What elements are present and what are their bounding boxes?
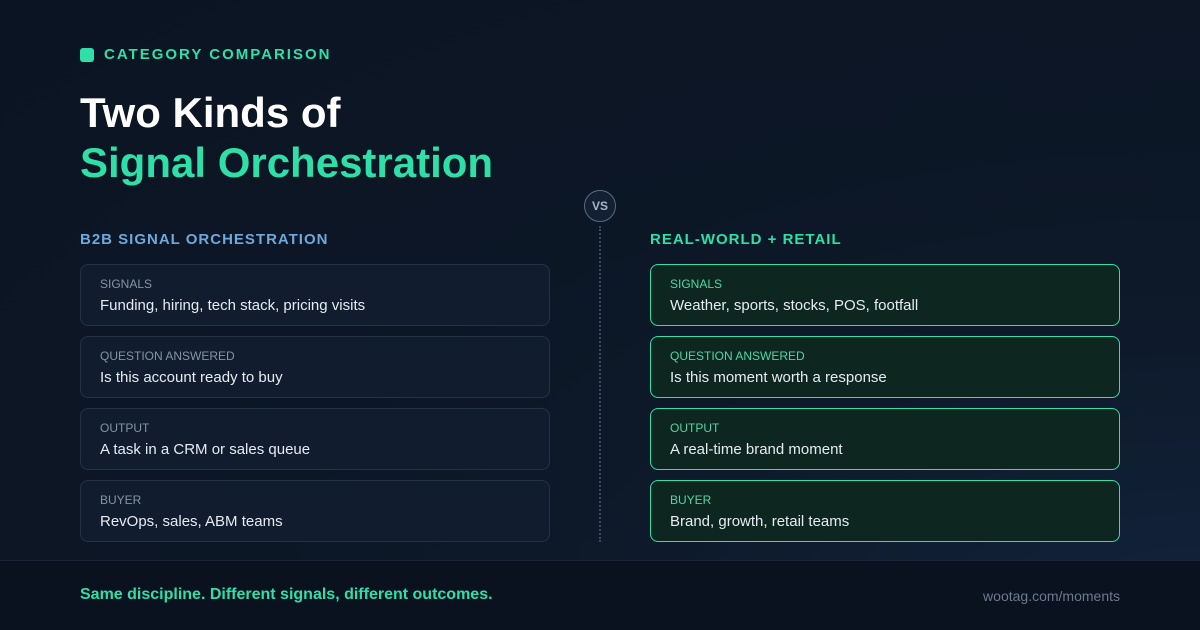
right-card-signals: SIGNALS Weather, sports, stocks, POS, fo… — [650, 264, 1120, 326]
center-divider — [599, 226, 601, 542]
card-value: Is this moment worth a response — [670, 369, 887, 386]
right-card-question: QUESTION ANSWERED Is this moment worth a… — [650, 336, 1120, 398]
right-column: REAL-WORLD + RETAIL SIGNALS Weather, spo… — [650, 232, 1120, 552]
left-card-buyer: BUYER RevOps, sales, ABM teams — [80, 480, 550, 542]
footer-url: wootag.com/moments — [983, 588, 1120, 604]
left-card-question: QUESTION ANSWERED Is this account ready … — [80, 336, 550, 398]
card-label: QUESTION ANSWERED — [670, 349, 805, 363]
left-card-signals: SIGNALS Funding, hiring, tech stack, pri… — [80, 264, 550, 326]
right-card-buyer: BUYER Brand, growth, retail teams — [650, 480, 1120, 542]
left-column: B2B SIGNAL ORCHESTRATION SIGNALS Funding… — [80, 232, 550, 552]
left-card-output: OUTPUT A task in a CRM or sales queue — [80, 408, 550, 470]
vs-badge: VS — [584, 190, 616, 222]
card-value: Is this account ready to buy — [100, 369, 283, 386]
right-card-output: OUTPUT A real-time brand moment — [650, 408, 1120, 470]
card-label: QUESTION ANSWERED — [100, 349, 235, 363]
card-label: SIGNALS — [670, 277, 723, 291]
card-value: A task in a CRM or sales queue — [100, 441, 311, 458]
title-line-2: Signal Orchestration — [80, 139, 494, 186]
card-value: Funding, hiring, tech stack, pricing vis… — [100, 297, 366, 314]
card-value: Weather, sports, stocks, POS, footfall — [670, 297, 919, 314]
eyebrow: CATEGORY COMPARISON — [80, 46, 331, 63]
footer-tagline: Same discipline. Different signals, diff… — [80, 586, 493, 603]
page-title: Two Kinds of Signal Orchestration — [80, 88, 493, 188]
card-label: SIGNALS — [100, 277, 153, 291]
right-column-title: REAL-WORLD + RETAIL — [650, 231, 842, 248]
eyebrow-label: CATEGORY COMPARISON — [104, 46, 332, 63]
card-value: A real-time brand moment — [670, 441, 843, 458]
card-label: OUTPUT — [100, 421, 150, 435]
square-bullet-icon — [80, 47, 94, 62]
card-label: OUTPUT — [670, 421, 720, 435]
footer: Same discipline. Different signals, diff… — [0, 560, 1200, 630]
card-value: Brand, growth, retail teams — [670, 513, 850, 530]
card-value: RevOps, sales, ABM teams — [100, 513, 283, 530]
card-label: BUYER — [100, 493, 142, 507]
card-label: BUYER — [670, 493, 712, 507]
left-column-title: B2B SIGNAL ORCHESTRATION — [80, 231, 329, 248]
title-line-1: Two Kinds of — [80, 89, 341, 136]
